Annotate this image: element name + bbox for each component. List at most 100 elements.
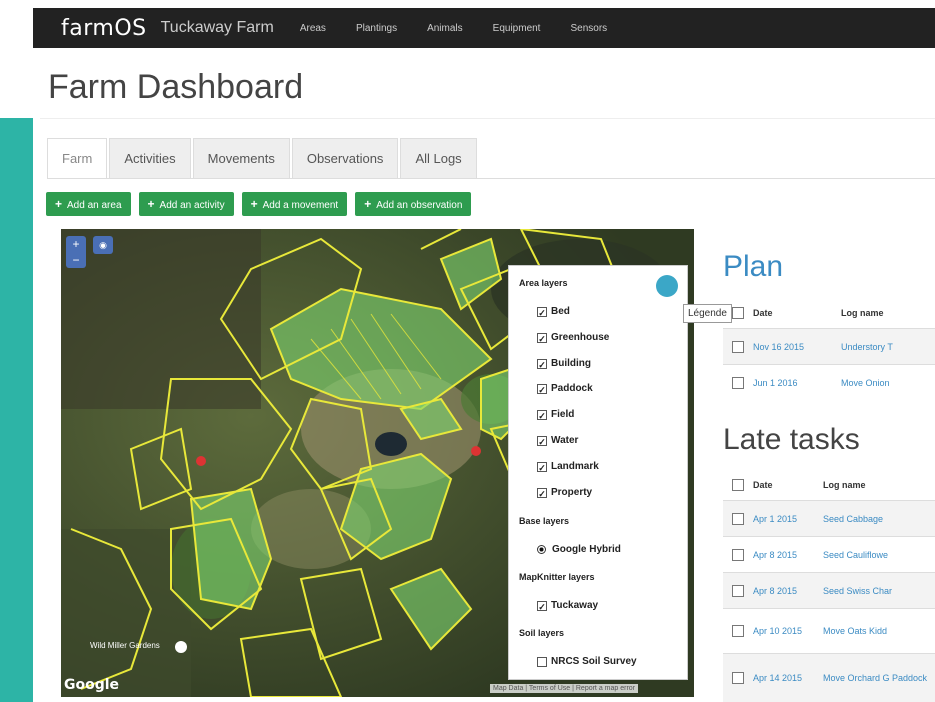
checkbox-checked-icon[interactable]: ✓ [537, 332, 547, 344]
layers-icon[interactable] [656, 275, 678, 297]
checkbox-checked-icon[interactable]: ✓ [537, 435, 547, 447]
tab-observations[interactable]: Observations [291, 138, 399, 178]
checkbox-checked-icon[interactable]: ✓ [537, 461, 547, 473]
row-log-name-link[interactable]: Seed Cauliflowe [823, 550, 888, 560]
layer-greenhouse[interactable]: ✓ Greenhouse [537, 332, 609, 344]
base-layers-heading: Base layers [519, 516, 570, 526]
select-all-checkbox[interactable] [732, 307, 744, 319]
layer-water[interactable]: ✓ Water [537, 435, 579, 447]
layer-bed[interactable]: ✓ Bed [537, 306, 570, 318]
plus-icon: + [364, 197, 372, 211]
plus-icon: + [147, 197, 155, 211]
row-log-name-link[interactable]: Move Orchard G Paddock [823, 673, 927, 683]
row-log-name-link[interactable]: Understory T [841, 342, 893, 352]
column-header-log-name[interactable]: Log name [841, 308, 884, 318]
radio-selected-icon[interactable] [537, 545, 546, 554]
action-button-row: + Add an area + Add an activity + Add a mov… [46, 192, 479, 216]
row-date-link[interactable]: Apr 8 2015 [753, 550, 823, 560]
area-layers-heading: Area layers [519, 278, 568, 288]
map-attribution[interactable]: Map Data | Terms of Use | Report a map e… [490, 684, 639, 693]
table-header-row: Date Log name [723, 467, 935, 503]
column-header-date[interactable]: Date [753, 308, 841, 318]
row-log-name-link[interactable]: Move Oats Kidd [823, 626, 887, 636]
layer-nrcs-soil-survey[interactable]: NRCS Soil Survey [537, 656, 637, 667]
tab-farm[interactable]: Farm [47, 138, 108, 178]
row-log-name-link[interactable]: Seed Cabbage [823, 514, 883, 524]
row-date-link[interactable]: Apr 10 2015 [753, 626, 823, 636]
nav-plantings[interactable]: Plantings [356, 23, 397, 34]
layer-label: Bed [551, 306, 570, 317]
add-observation-button[interactable]: + Add an observation [355, 192, 472, 216]
checkbox-checked-icon[interactable]: ✓ [537, 358, 547, 370]
tab-movements[interactable]: Movements [192, 138, 290, 178]
layer-building[interactable]: ✓ Building [537, 358, 591, 370]
brand-logo[interactable]: farmOS [61, 16, 147, 41]
row-checkbox[interactable] [732, 672, 744, 684]
add-area-button[interactable]: + Add an area [46, 192, 131, 216]
table-row: Apr 1 2015 Seed Cabbage [723, 500, 935, 537]
left-accent-bar [0, 118, 33, 702]
row-date-link[interactable]: Apr 1 2015 [753, 514, 823, 524]
row-date-link[interactable]: Apr 8 2015 [753, 586, 823, 596]
tab-all-logs[interactable]: All Logs [400, 138, 477, 178]
layer-label: Field [551, 409, 575, 420]
top-navbar: farmOS Tuckaway Farm Areas Plantings Ani… [33, 8, 935, 48]
table-row: Jun 1 2016 Move Onion [723, 364, 935, 401]
nav-sensors[interactable]: Sensors [570, 23, 607, 34]
layer-tuckaway[interactable]: ✓ Tuckaway [537, 600, 598, 612]
row-checkbox[interactable] [732, 341, 744, 353]
row-checkbox[interactable] [732, 513, 744, 525]
farm-name[interactable]: Tuckaway Farm [161, 19, 274, 37]
map-place-label: Wild Miller Gardens [90, 641, 160, 650]
layer-label: Water [551, 435, 579, 446]
select-all-checkbox[interactable] [732, 479, 744, 491]
row-log-name-link[interactable]: Seed Swiss Char [823, 586, 892, 596]
nav-animals[interactable]: Animals [427, 23, 463, 34]
page-title: Farm Dashboard [48, 68, 304, 106]
table-row: Apr 14 2015 Move Orchard G Paddock [723, 653, 935, 702]
checkbox-checked-icon[interactable]: ✓ [537, 600, 547, 612]
zoom-out-button[interactable]: − [66, 252, 86, 268]
table-row: Nov 16 2015 Understory T [723, 328, 935, 365]
tab-activities[interactable]: Activities [109, 138, 191, 178]
row-date-link[interactable]: Apr 14 2015 [753, 673, 823, 683]
add-observation-label: Add an observation [376, 200, 463, 211]
late-tasks-heading: Late tasks [723, 423, 860, 456]
layer-google-hybrid[interactable]: Google Hybrid [537, 544, 621, 555]
row-date-link[interactable]: Nov 16 2015 [753, 342, 841, 352]
checkbox-checked-icon[interactable]: ✓ [537, 306, 547, 318]
layer-switcher-panel: Area layers ✓ Bed ✓ Greenhouse ✓ Building ✓… [508, 265, 688, 680]
nav-areas[interactable]: Areas [300, 23, 326, 34]
checkbox-checked-icon[interactable]: ✓ [537, 409, 547, 421]
zoom-control: + − [66, 236, 86, 268]
column-header-date[interactable]: Date [753, 480, 823, 490]
layer-property[interactable]: ✓ Property [537, 487, 593, 499]
checkbox-checked-icon[interactable]: ✓ [537, 383, 547, 395]
layer-label: Building [551, 358, 591, 369]
row-checkbox[interactable] [732, 585, 744, 597]
layer-label: NRCS Soil Survey [551, 656, 637, 667]
geolocate-icon[interactable]: ◉ [93, 236, 113, 254]
layer-label: Landmark [551, 461, 599, 472]
add-movement-button[interactable]: + Add a movement [241, 192, 348, 216]
row-checkbox[interactable] [732, 377, 744, 389]
table-row: Apr 8 2015 Seed Cauliflowe [723, 536, 935, 573]
add-movement-label: Add a movement [262, 200, 339, 211]
layer-label: Property [551, 487, 593, 498]
table-row: Apr 8 2015 Seed Swiss Char [723, 572, 935, 609]
checkbox-checked-icon[interactable]: ✓ [537, 487, 547, 499]
nav-equipment[interactable]: Equipment [493, 23, 541, 34]
row-log-name-link[interactable]: Move Onion [841, 378, 890, 388]
layer-landmark[interactable]: ✓ Landmark [537, 461, 599, 473]
layer-field[interactable]: ✓ Field [537, 409, 575, 421]
layer-paddock[interactable]: ✓ Paddock [537, 383, 593, 395]
add-activity-button[interactable]: + Add an activity [138, 192, 234, 216]
row-date-link[interactable]: Jun 1 2016 [753, 378, 841, 388]
add-activity-label: Add an activity [159, 200, 225, 211]
zoom-in-button[interactable]: + [66, 236, 86, 252]
plan-heading: Plan [723, 250, 784, 283]
row-checkbox[interactable] [732, 625, 744, 637]
row-checkbox[interactable] [732, 549, 744, 561]
checkbox-unchecked-icon[interactable] [537, 656, 547, 667]
column-header-log-name[interactable]: Log name [823, 480, 866, 490]
